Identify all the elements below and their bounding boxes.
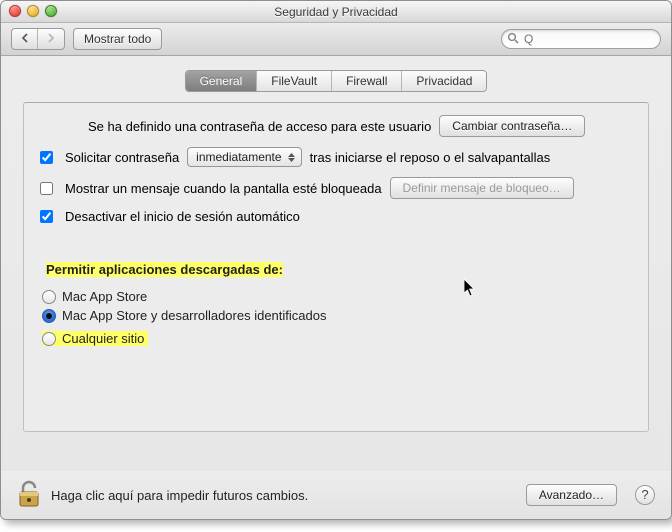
allow-apps-option-anywhere[interactable]: Cualquier sitio bbox=[42, 331, 148, 346]
set-lock-message-button[interactable]: Definir mensaje de bloqueo… bbox=[390, 177, 574, 199]
allow-apps-label-mas-dev: Mac App Store y desarrolladores identifi… bbox=[62, 308, 326, 323]
general-panel: Se ha definido una contraseña de acceso … bbox=[23, 102, 649, 432]
allow-apps-radio-anywhere[interactable] bbox=[42, 332, 56, 346]
titlebar: Seguridad y Privacidad bbox=[1, 1, 671, 23]
disable-autologin-checkbox[interactable] bbox=[40, 210, 53, 223]
window-title: Seguridad y Privacidad bbox=[274, 5, 397, 19]
search-input[interactable] bbox=[501, 29, 661, 49]
require-password-row: Solicitar contraseña inmediatamente tras… bbox=[40, 147, 632, 167]
show-lock-message-checkbox[interactable] bbox=[40, 182, 53, 195]
toolbar: Mostrar todo bbox=[1, 23, 671, 56]
close-icon[interactable] bbox=[9, 5, 21, 17]
back-button[interactable] bbox=[12, 29, 38, 49]
require-password-label-post: tras iniciarse el reposo o el salvapanta… bbox=[310, 150, 551, 165]
tab-firewall[interactable]: Firewall bbox=[332, 71, 402, 91]
updown-icon bbox=[288, 153, 295, 162]
lock-icon[interactable] bbox=[17, 480, 41, 510]
change-password-button[interactable]: Cambiar contraseña… bbox=[439, 115, 585, 137]
traffic-lights bbox=[9, 5, 57, 17]
show-lock-message-row: Mostrar un mensaje cuando la pantalla es… bbox=[40, 177, 632, 199]
nav-segment bbox=[11, 28, 65, 50]
tab-filevault[interactable]: FileVault bbox=[257, 71, 332, 91]
lock-hint-label: Haga clic aquí para impedir futuros camb… bbox=[51, 488, 308, 503]
help-button[interactable]: ? bbox=[635, 485, 655, 505]
tab-privacy[interactable]: Privacidad bbox=[402, 71, 486, 91]
allow-apps-option-mas-dev[interactable]: Mac App Store y desarrolladores identifi… bbox=[42, 308, 632, 323]
search-field[interactable] bbox=[501, 29, 661, 49]
allow-apps-label-anywhere: Cualquier sitio bbox=[62, 331, 144, 346]
minimize-icon[interactable] bbox=[27, 5, 39, 17]
disable-autologin-row: Desactivar el inicio de sesión automátic… bbox=[40, 209, 632, 224]
allow-apps-radio-mas[interactable] bbox=[42, 290, 56, 304]
tab-general[interactable]: General bbox=[186, 71, 258, 91]
forward-button[interactable] bbox=[38, 29, 64, 49]
allow-apps-label-mas: Mac App Store bbox=[62, 289, 147, 304]
zoom-icon[interactable] bbox=[45, 5, 57, 17]
footer: Haga clic aquí para impedir futuros camb… bbox=[1, 471, 671, 519]
require-password-checkbox[interactable] bbox=[40, 151, 53, 164]
prefs-window: Seguridad y Privacidad Mostrar todo Gene… bbox=[0, 0, 672, 520]
search-icon bbox=[507, 32, 519, 44]
allow-apps-option-mas[interactable]: Mac App Store bbox=[42, 289, 632, 304]
disable-autologin-label: Desactivar el inicio de sesión automátic… bbox=[65, 209, 300, 224]
require-password-delay-value: inmediatamente bbox=[196, 150, 281, 164]
advanced-button[interactable]: Avanzado… bbox=[526, 484, 617, 506]
show-lock-message-label: Mostrar un mensaje cuando la pantalla es… bbox=[65, 181, 382, 196]
tabs: General FileVault Firewall Privacidad bbox=[1, 56, 671, 92]
password-defined-row: Se ha definido una contraseña de acceso … bbox=[88, 115, 632, 137]
password-defined-label: Se ha definido una contraseña de acceso … bbox=[88, 119, 431, 134]
allow-apps-radio-mas-dev[interactable] bbox=[42, 309, 56, 323]
require-password-label-pre: Solicitar contraseña bbox=[65, 150, 179, 165]
require-password-delay-select[interactable]: inmediatamente bbox=[187, 147, 301, 167]
allow-apps-heading: Permitir aplicaciones descargadas de: bbox=[46, 262, 283, 277]
show-all-button[interactable]: Mostrar todo bbox=[73, 28, 162, 50]
